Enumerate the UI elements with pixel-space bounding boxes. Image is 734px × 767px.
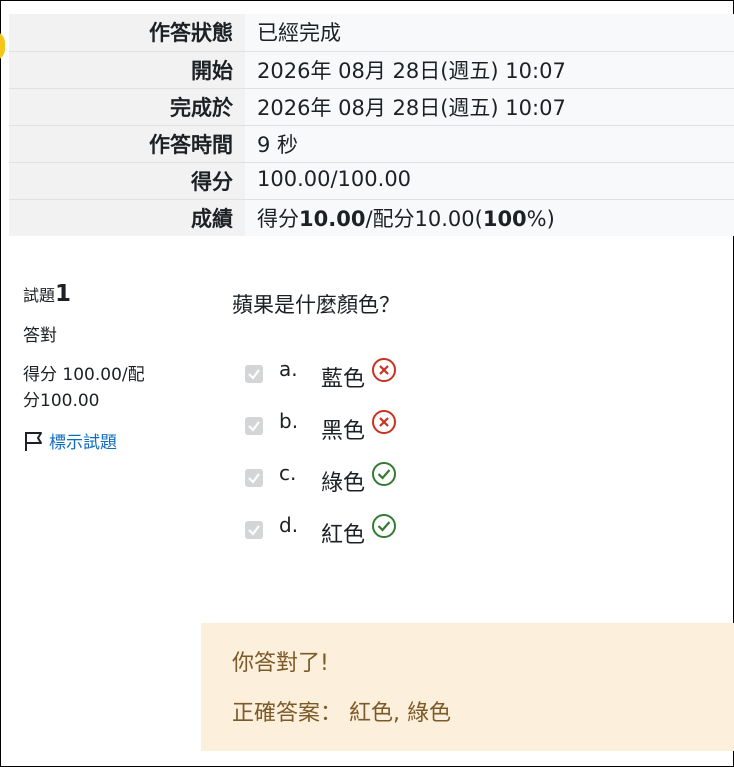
summary-value: 已經完成: [245, 14, 734, 52]
answer-letter: d.: [279, 513, 299, 537]
feedback-panel: 你答對了! 正確答案： 紅色, 綠色: [201, 623, 734, 751]
question-number: 試題1: [23, 281, 183, 307]
check-icon: [248, 369, 260, 380]
incorrect-icon: [372, 358, 397, 382]
right-answer-text: 正確答案： 紅色, 綠色: [232, 701, 451, 726]
grade-score: 10.00: [299, 206, 366, 231]
summary-value-grade: 得分10.00/配分10.00(100%): [245, 199, 734, 236]
summary-label: 作答狀態: [9, 14, 245, 52]
grade-mid: /配分10.00(: [365, 206, 483, 231]
answer-label: 黑色: [321, 419, 366, 444]
question-number-prefix: 試題: [23, 286, 56, 305]
flag-question-link[interactable]: 標示試題: [23, 428, 183, 453]
summary-value: 9 秒: [245, 125, 734, 163]
summary-row-marks: 得分 100.00/100.00: [9, 162, 734, 200]
question-state: 答對: [23, 326, 57, 346]
answer-option: a. 藍色: [245, 357, 734, 409]
correct-icon: [372, 514, 397, 538]
summary-value: 2026年 08月 28日(週五) 10:07: [245, 88, 734, 126]
answer-option: d. 紅色: [245, 513, 734, 565]
incorrect-icon: [372, 410, 397, 434]
check-icon: [248, 525, 260, 536]
question-number-value: 1: [55, 281, 72, 307]
answer-checkbox[interactable]: [245, 417, 263, 435]
flag-question-label: 標示試題: [49, 433, 117, 453]
correct-icon: [372, 462, 397, 486]
answer-checkbox[interactable]: [245, 365, 263, 383]
summary-row-started: 開始 2026年 08月 28日(週五) 10:07: [9, 51, 734, 89]
answer-label: 紅色: [321, 523, 366, 548]
check-icon: [248, 421, 260, 432]
answer-checkbox[interactable]: [245, 469, 263, 487]
answer-label: 藍色: [321, 367, 366, 392]
summary-label: 開始: [9, 51, 245, 89]
summary-label: 得分: [9, 162, 245, 200]
answer-letter: b.: [279, 409, 299, 433]
answer-option: c. 綠色: [245, 461, 734, 513]
attempt-summary-table: 作答狀態 已經完成 開始 2026年 08月 28日(週五) 10:07 完成於…: [9, 14, 734, 236]
summary-label: 完成於: [9, 88, 245, 126]
decorative-tab: [0, 31, 5, 61]
check-icon: [248, 473, 260, 484]
question-info: 試題1 答對 得分 100.00/配 分100.00 標示試題: [23, 281, 183, 453]
answer-option: b. 黑色: [245, 409, 734, 461]
feedback-text: 你答對了!: [232, 651, 329, 676]
grade-prefix: 得分: [257, 206, 299, 231]
question-grade-line2: 分100.00: [23, 391, 100, 411]
answer-letter: c.: [279, 461, 297, 485]
summary-row-completed: 完成於 2026年 08月 28日(週五) 10:07: [9, 88, 734, 126]
question-grade-line1: 得分 100.00/配: [23, 365, 145, 385]
summary-value: 2026年 08月 28日(週五) 10:07: [245, 51, 734, 89]
question-text: 蘋果是什麼顏色？: [232, 293, 400, 317]
answer-checkbox[interactable]: [245, 521, 263, 539]
grade-percent: 100: [482, 206, 527, 231]
grade-suffix: %): [526, 206, 555, 231]
summary-row-state: 作答狀態 已經完成: [9, 14, 734, 52]
summary-label: 作答時間: [9, 125, 245, 163]
question-grade: 得分 100.00/配 分100.00: [23, 362, 183, 414]
question-content: 蘋果是什麼顏色？ a. 藍色 b. 黑色 c. 綠色 d. 紅色: [201, 281, 734, 565]
answer-label: 綠色: [321, 471, 366, 496]
answer-letter: a.: [279, 357, 298, 381]
summary-label: 成績: [9, 199, 245, 236]
summary-row-grade: 成績 得分10.00/配分10.00(100%): [9, 199, 734, 236]
answer-list: a. 藍色 b. 黑色 c. 綠色 d. 紅色: [245, 357, 734, 565]
summary-value: 100.00/100.00: [245, 162, 734, 200]
flag-icon: [25, 431, 42, 451]
summary-row-duration: 作答時間 9 秒: [9, 125, 734, 163]
